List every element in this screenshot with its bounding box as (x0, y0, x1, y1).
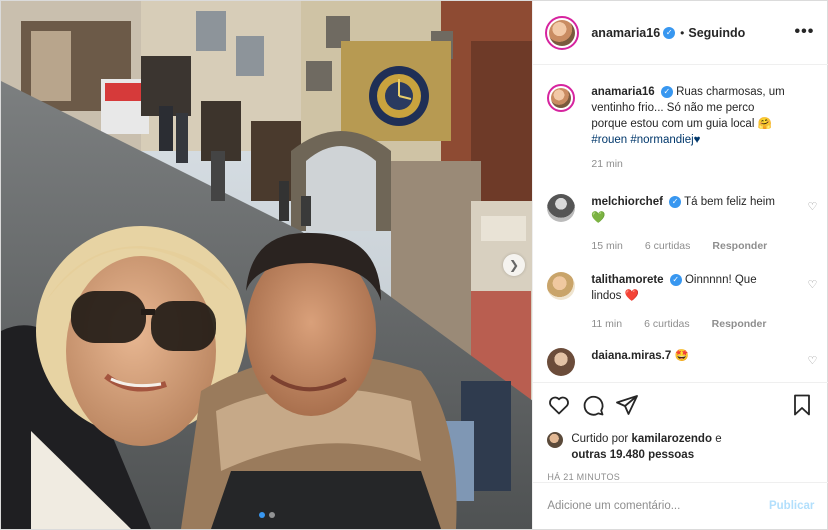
chevron-right-icon: ❯ (508, 258, 520, 272)
carousel-indicator (259, 512, 275, 518)
post-photo[interactable]: ❯ (1, 1, 533, 529)
red-heart-emoji: ❤️ (624, 290, 639, 302)
comment-item: melchiorchef ✓ Tá bem feliz heim 💚 15 mi… (547, 194, 817, 254)
comment-input[interactable] (547, 500, 748, 512)
green-heart-emoji: 💚 (591, 212, 606, 224)
liked-by-prefix: Curtido por (571, 433, 629, 445)
photo-illustration (1, 1, 533, 529)
like-heart-icon[interactable] (547, 393, 571, 417)
comment-avatar[interactable] (547, 348, 576, 376)
caption-avatar[interactable] (547, 84, 576, 112)
liker-avatar[interactable] (547, 432, 564, 448)
liked-by-and: e (715, 433, 722, 445)
reply-button[interactable]: Responder (712, 316, 767, 332)
comment-likes[interactable]: 6 curtidas (644, 316, 690, 332)
author-username[interactable]: anamaria16 (591, 26, 660, 40)
comment-username[interactable]: talithamorete (591, 274, 663, 286)
author-avatar[interactable] (545, 15, 580, 50)
comment-text: Tá bem feliz heim (684, 196, 775, 208)
verified-badge-icon: ✓ (663, 26, 676, 39)
carousel-next-button[interactable]: ❯ (503, 254, 525, 276)
comment-username[interactable]: daiana.miras.7 (591, 350, 671, 362)
add-comment-bar: Publicar (533, 482, 828, 529)
share-paper-plane-icon[interactable] (615, 393, 639, 417)
follow-button[interactable]: Seguindo (688, 26, 745, 40)
comment-item: daiana.miras.7 🤩 ♡ (547, 348, 817, 376)
separator-dot: • (680, 25, 685, 40)
carousel-dot (269, 512, 275, 518)
caption: anamaria16 ✓ Ruas charmosas, um ventinho… (547, 84, 817, 172)
reply-button[interactable]: Responder (712, 238, 767, 254)
comment-username[interactable]: melchiorchef (591, 196, 663, 208)
comments-list: anamaria16 ✓ Ruas charmosas, um ventinho… (533, 66, 828, 382)
comment-avatar[interactable] (547, 272, 576, 300)
liked-by-user[interactable]: kamilarozendo (631, 433, 712, 445)
post-actions: Curtido por kamilarozendo e outras 19.48… (533, 382, 828, 482)
comment-like-heart-icon[interactable]: ♡ (807, 354, 817, 367)
post-side-panel: anamaria16 ✓ • Seguindo ••• anamaria16 ✓… (532, 1, 828, 529)
caption-username[interactable]: anamaria16 (591, 86, 654, 98)
liked-by-others[interactable]: outras 19.480 pessoas (571, 449, 694, 461)
comment-item: talithamorete ✓ Oinnnnn! Que lindos ❤️ 1… (547, 272, 817, 332)
comment-time: 15 min (591, 240, 623, 252)
verified-badge-icon: ✓ (660, 85, 673, 98)
more-options-icon[interactable]: ••• (795, 23, 815, 41)
caption-hashtags[interactable]: #rouen #normandiej♥ (591, 134, 700, 146)
publish-button[interactable]: Publicar (769, 500, 814, 512)
caption-time: 21 min (591, 158, 623, 170)
comment-time: 11 min (591, 318, 623, 330)
likes-summary: Curtido por kamilarozendo e outras 19.48… (547, 431, 814, 463)
comment-avatar[interactable] (547, 194, 576, 222)
comment-like-heart-icon[interactable]: ♡ (807, 200, 817, 213)
instagram-post: ❯ anamaria16 ✓ • Seguindo ••• anamaria16… (0, 0, 828, 530)
comment-likes[interactable]: 6 curtidas (645, 238, 691, 254)
comment-like-heart-icon[interactable]: ♡ (807, 278, 817, 291)
verified-badge-icon: ✓ (669, 195, 682, 208)
carousel-dot-active (259, 512, 265, 518)
save-bookmark-icon[interactable] (790, 393, 814, 417)
verified-badge-icon: ✓ (669, 273, 682, 286)
comment-bubble-icon[interactable] (581, 393, 605, 417)
posted-time: HÁ 21 MINUTOS (547, 472, 621, 482)
post-header: anamaria16 ✓ • Seguindo ••• (533, 1, 828, 65)
star-struck-emoji: 🤩 (674, 350, 689, 362)
